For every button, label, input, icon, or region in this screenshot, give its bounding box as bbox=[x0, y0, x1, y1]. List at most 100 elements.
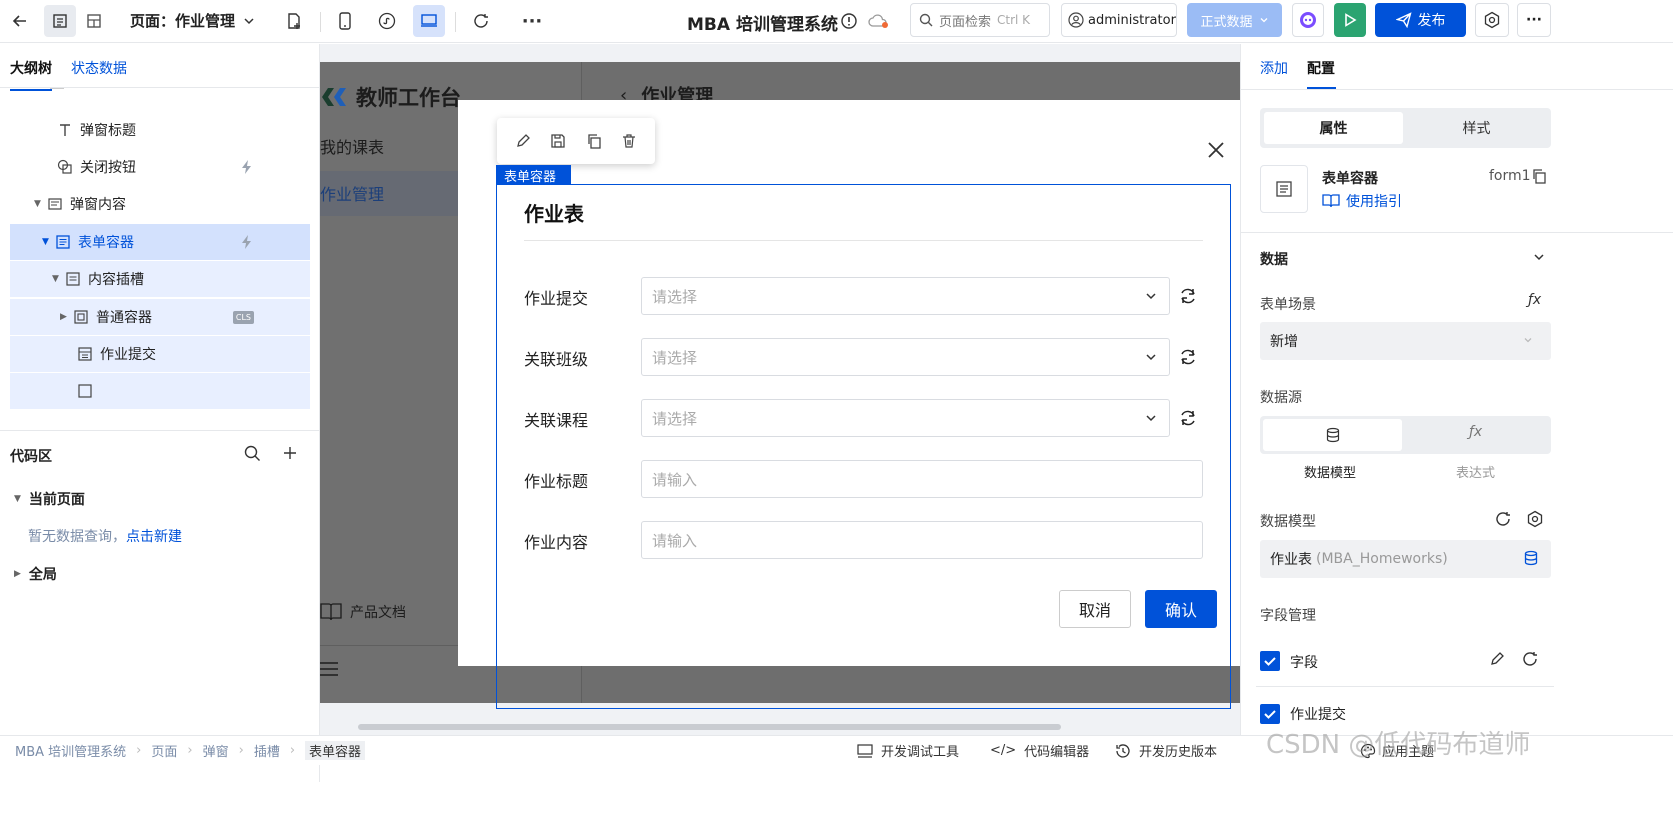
database-icon[interactable] bbox=[1263, 419, 1402, 451]
tab-config[interactable]: 配置 bbox=[1307, 58, 1335, 78]
code-editor-button[interactable]: </> 代码编辑器 bbox=[990, 741, 1089, 760]
close-button-icon bbox=[56, 158, 74, 176]
add-page-icon[interactable] bbox=[278, 5, 310, 37]
tree-node-homework-submit[interactable]: 作业提交 bbox=[10, 336, 310, 372]
caret-right-icon[interactable]: ▶ bbox=[60, 312, 72, 322]
tree-node-close-button[interactable]: 关闭按钮 bbox=[10, 149, 310, 185]
ds-option-model[interactable]: 数据模型 bbox=[1304, 462, 1356, 481]
select-related-course[interactable]: 请选择 bbox=[641, 399, 1170, 437]
more-menu-icon[interactable]: ··· bbox=[1517, 3, 1551, 37]
breadcrumb-item[interactable]: 插槽 bbox=[254, 741, 280, 760]
copy-id-icon[interactable] bbox=[1531, 168, 1547, 184]
tree-node-label: 普通容器 bbox=[96, 310, 152, 326]
tree-node-partial[interactable] bbox=[10, 373, 310, 409]
tree-node-label: 内容插槽 bbox=[88, 272, 144, 288]
more-icon[interactable]: ··· bbox=[516, 5, 548, 37]
nav-item-schedule[interactable]: 我的课表 bbox=[320, 134, 384, 158]
page-selector[interactable]: 页面：作业管理 bbox=[130, 10, 255, 31]
input-homework-title[interactable]: 请输入 bbox=[641, 460, 1203, 498]
search-icon[interactable] bbox=[244, 445, 261, 462]
tree-node-normal-container[interactable]: ▶ 普通容器 CLS bbox=[10, 299, 310, 335]
debug-tools-button[interactable]: 开发调试工具 bbox=[857, 741, 959, 760]
select-homework-submit[interactable]: 请选择 bbox=[641, 277, 1170, 315]
scene-select[interactable]: 新增 bbox=[1260, 322, 1551, 360]
logo-icon bbox=[322, 88, 346, 106]
event-bolt-icon[interactable] bbox=[240, 159, 254, 175]
fields-checkbox[interactable] bbox=[1260, 651, 1280, 671]
edit-icon[interactable] bbox=[515, 133, 531, 149]
tab-add[interactable]: 添加 bbox=[1260, 58, 1288, 78]
reload-options-icon[interactable] bbox=[1178, 408, 1198, 428]
docs-link[interactable]: 产品文档 bbox=[320, 602, 406, 622]
tab-outline-tree[interactable]: 大纲树 bbox=[10, 58, 52, 91]
code-current-page[interactable]: ▼ 当前页面 bbox=[14, 489, 85, 509]
menu-icon[interactable] bbox=[320, 662, 338, 676]
copy-icon[interactable] bbox=[586, 133, 602, 149]
miniprogram-icon[interactable] bbox=[371, 5, 403, 37]
tree-node-content-slot[interactable]: ▼ 内容插槽 bbox=[10, 261, 310, 297]
ds-option-expression[interactable]: 表达式 bbox=[1456, 462, 1495, 481]
refresh-fields-icon[interactable] bbox=[1521, 650, 1539, 668]
docs-label: 产品文档 bbox=[350, 605, 406, 621]
breadcrumb-item[interactable]: 页面 bbox=[151, 741, 177, 760]
breadcrumb-item[interactable]: 弹窗 bbox=[203, 741, 229, 760]
caret-down-icon[interactable]: ▼ bbox=[52, 274, 64, 284]
reload-options-icon[interactable] bbox=[1178, 286, 1198, 306]
breadcrumb-current[interactable]: 表单容器 bbox=[305, 741, 366, 760]
edit-icon[interactable] bbox=[1489, 651, 1505, 667]
save-icon[interactable] bbox=[550, 133, 566, 149]
cancel-button[interactable]: 取消 bbox=[1059, 590, 1131, 628]
chevron-down-icon[interactable] bbox=[1533, 251, 1545, 263]
caret-down-icon[interactable]: ▼ bbox=[34, 199, 46, 209]
status-bar: MBA 培训管理系统 › 页面 › 弹窗 › 插槽 › 表单容器 开发调试工具 … bbox=[0, 730, 1673, 765]
create-new-link[interactable]: 点击新建 bbox=[126, 529, 182, 545]
seg-styles[interactable]: 样式 bbox=[1407, 112, 1546, 144]
tree-node-dialog-content[interactable]: ▼ 弹窗内容 bbox=[10, 186, 310, 222]
delete-icon[interactable] bbox=[621, 133, 637, 149]
run-preview-button[interactable] bbox=[1334, 3, 1366, 37]
env-selector[interactable]: 正式数据 bbox=[1187, 3, 1282, 37]
refresh-icon[interactable] bbox=[465, 5, 497, 37]
settings-icon[interactable] bbox=[1475, 3, 1509, 37]
history-button[interactable]: 开发历史版本 bbox=[1115, 741, 1217, 760]
ai-assistant-icon[interactable] bbox=[1292, 3, 1324, 37]
seg-properties[interactable]: 属性 bbox=[1264, 112, 1403, 144]
user-menu[interactable]: administrator bbox=[1061, 3, 1177, 37]
usage-guide-link[interactable]: 使用指引 bbox=[1322, 191, 1402, 211]
model-settings-icon[interactable] bbox=[1526, 510, 1544, 528]
info-icon[interactable] bbox=[833, 5, 865, 37]
reload-options-icon[interactable] bbox=[1178, 347, 1198, 367]
breadcrumb-item[interactable]: MBA 培训管理系统 bbox=[15, 741, 126, 760]
tree-node-dialog-title[interactable]: 弹窗标题 bbox=[10, 112, 310, 148]
field-mgmt-label: 字段管理 bbox=[1260, 608, 1316, 624]
tree-node-label: 弹窗标题 bbox=[80, 123, 136, 139]
back-arrow-icon[interactable] bbox=[4, 5, 36, 37]
caret-down-icon[interactable]: ▼ bbox=[42, 237, 54, 247]
field-checkbox[interactable] bbox=[1260, 704, 1280, 724]
layout-view-icon[interactable] bbox=[78, 5, 110, 37]
database-icon bbox=[1523, 550, 1539, 566]
event-bolt-icon[interactable] bbox=[240, 234, 254, 250]
confirm-button[interactable]: 确认 bbox=[1145, 590, 1217, 628]
form-title: 作业表 bbox=[524, 202, 584, 226]
horizontal-scrollbar[interactable] bbox=[358, 724, 1061, 730]
select-related-class[interactable]: 请选择 bbox=[641, 338, 1170, 376]
desktop-preview-icon[interactable] bbox=[413, 5, 445, 37]
tab-state-data[interactable]: 状态数据 bbox=[71, 58, 127, 78]
input-homework-content[interactable]: 请输入 bbox=[641, 521, 1203, 559]
tree-node-form-container[interactable]: ▼ 表单容器 bbox=[10, 224, 310, 260]
add-icon[interactable] bbox=[282, 445, 298, 461]
data-section-title[interactable]: 数据 bbox=[1260, 249, 1288, 269]
close-icon[interactable] bbox=[1206, 140, 1226, 160]
page-view-icon[interactable] bbox=[44, 5, 76, 37]
fx-icon[interactable]: ƒx bbox=[1469, 424, 1482, 440]
fx-icon[interactable]: ƒx bbox=[1528, 292, 1541, 308]
scene-value: 新增 bbox=[1270, 334, 1298, 350]
refresh-model-icon[interactable] bbox=[1494, 510, 1512, 528]
cloud-sync-icon[interactable] bbox=[863, 5, 895, 37]
mobile-preview-icon[interactable] bbox=[329, 5, 361, 37]
page-search-input[interactable]: 页面检索 Ctrl K bbox=[910, 3, 1050, 37]
model-select[interactable]: 作业表 (MBA_Homeworks) bbox=[1260, 540, 1551, 578]
publish-button[interactable]: 发布 bbox=[1375, 3, 1466, 37]
code-global[interactable]: ▶ 全局 bbox=[14, 564, 57, 584]
